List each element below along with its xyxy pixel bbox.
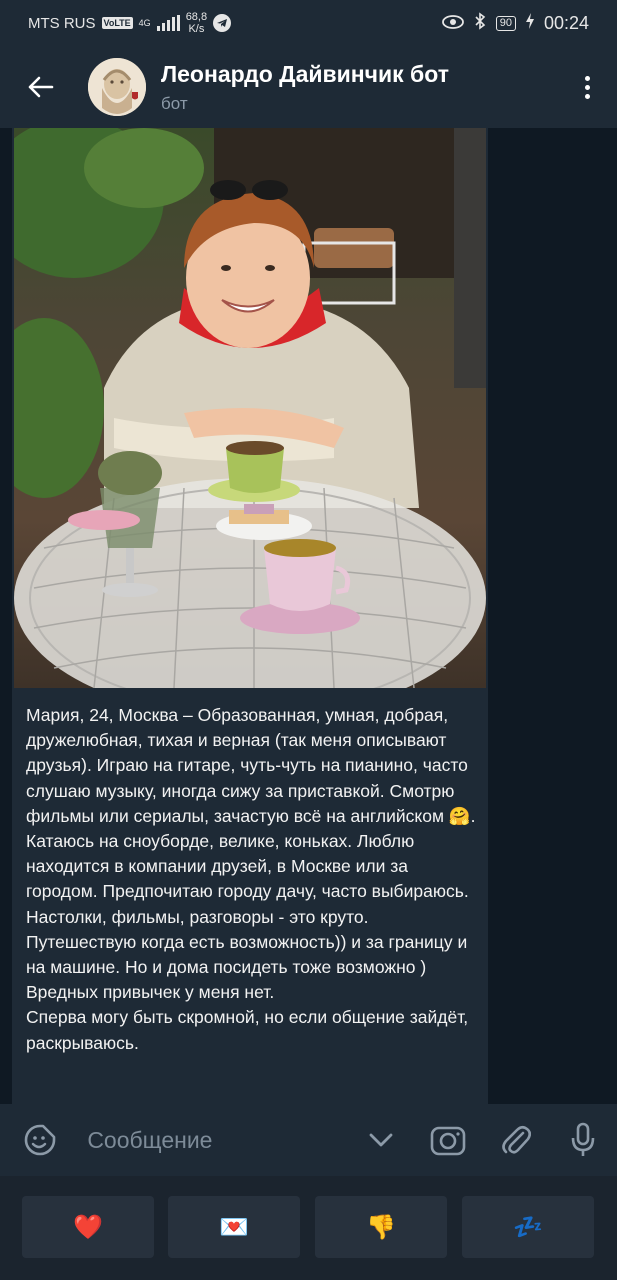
carrier-label: MTS RUS [28, 14, 96, 32]
message-bubble[interactable]: Мария, 24, Москва – Образованная, умная,… [12, 128, 488, 1104]
chevron-down-icon [369, 1133, 393, 1147]
chat-title[interactable]: Леонардо Дайвинчик бот [161, 61, 449, 88]
camera-icon [431, 1126, 466, 1156]
message-love-button[interactable]: 💌 [168, 1196, 300, 1258]
keyboard-toggle-button[interactable] [347, 1104, 414, 1176]
voice-button[interactable] [550, 1104, 617, 1176]
signal-icon [156, 15, 180, 31]
message-input-bar [0, 1104, 617, 1176]
reply-keyboard: ❤️ 💌 👎 💤 [0, 1176, 617, 1280]
charging-icon [525, 12, 534, 34]
emoji-button[interactable] [0, 1104, 79, 1176]
dislike-button[interactable]: 👎 [315, 1196, 447, 1258]
microphone-icon [571, 1122, 595, 1156]
speed-unit: K/s [188, 23, 205, 35]
message-photo[interactable] [14, 128, 486, 688]
network-type: 4G [138, 18, 151, 28]
like-button[interactable]: ❤️ [22, 1196, 154, 1258]
telegram-icon [213, 14, 232, 32]
clock: 00:24 [543, 12, 589, 33]
arrow-left-icon [28, 76, 54, 98]
avatar-portrait-icon [88, 58, 146, 116]
network-speed: 68,8 K/s [186, 11, 207, 35]
back-button[interactable] [0, 46, 80, 128]
eye-icon [441, 13, 464, 34]
chat-subtitle: бот [161, 93, 188, 113]
bluetooth-icon [474, 11, 486, 35]
sticker-emoji-icon [24, 1124, 55, 1156]
message-text: Мария, 24, Москва – Образованная, умная,… [26, 705, 476, 1053]
dot-icon [584, 93, 590, 99]
status-bar: MTS RUS VoLTE 4G 68,8 K/s 90 00:24 [0, 0, 617, 46]
dot-icon [584, 75, 590, 81]
battery-indicator: 90 [495, 15, 516, 31]
message-input[interactable] [87, 1120, 348, 1160]
camera-button[interactable] [415, 1104, 482, 1176]
attach-button[interactable] [482, 1104, 549, 1176]
paperclip-icon [502, 1125, 531, 1154]
photo-illustration [14, 128, 486, 688]
volte-badge: VoLTE [101, 17, 133, 29]
more-options-button[interactable] [557, 46, 617, 128]
chat-header: Леонардо Дайвинчик бот бот [0, 46, 617, 128]
speed-value: 68,8 [185, 11, 208, 23]
dot-icon [584, 84, 590, 90]
sleep-button[interactable]: 💤 [462, 1196, 594, 1258]
avatar[interactable] [88, 58, 146, 116]
